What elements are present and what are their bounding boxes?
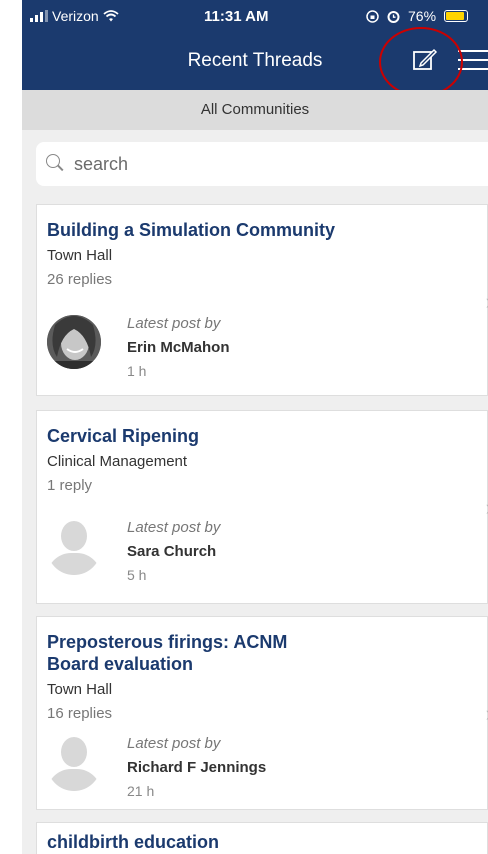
- thread-title[interactable]: Cervical Ripening: [47, 425, 199, 447]
- thread-card[interactable]: childbirth education: [36, 822, 488, 854]
- thread-card[interactable]: Preposterous firings: ACNM Board evaluat…: [36, 616, 488, 810]
- thread-replies: 26 replies: [47, 271, 113, 288]
- avatar: [47, 315, 101, 369]
- thread-replies: 16 replies: [47, 705, 113, 722]
- community-filter[interactable]: All Communities: [22, 90, 488, 130]
- post-age: 5 h: [127, 567, 147, 583]
- thread-title-line1[interactable]: Preposterous firings: ACNM: [47, 631, 287, 653]
- search-bar[interactable]: [36, 142, 488, 186]
- thread-community: Clinical Management: [47, 453, 188, 470]
- search-input[interactable]: [72, 152, 456, 176]
- thread-replies: 1 reply: [47, 477, 93, 494]
- battery-percent: 76%: [408, 8, 437, 24]
- app-screen: Verizon 11:31 AM 76% Recent Threads All …: [22, 0, 488, 854]
- author-name[interactable]: Richard F Jennings: [127, 759, 266, 776]
- thread-community: Town Hall: [47, 681, 113, 698]
- status-right: 76%: [366, 8, 469, 24]
- avatar-placeholder-icon: [47, 737, 101, 791]
- thread-title[interactable]: Building a Simulation Community: [47, 219, 335, 241]
- header: Verizon 11:31 AM 76% Recent Threads: [22, 0, 488, 97]
- carrier-group: Verizon: [30, 8, 119, 24]
- thread-title[interactable]: childbirth education: [47, 831, 219, 853]
- carrier-label: Verizon: [52, 8, 99, 24]
- avatar-placeholder-icon: [47, 521, 101, 575]
- author-name[interactable]: Sara Church: [127, 543, 216, 560]
- rotation-lock-icon: [366, 9, 379, 23]
- thread-card[interactable]: Cervical Ripening Clinical Management 1 …: [36, 410, 488, 604]
- highlight-circle: [379, 27, 463, 97]
- latest-post-label: Latest post by: [127, 735, 221, 752]
- thread-title-line2[interactable]: Board evaluation: [47, 653, 193, 675]
- thread-community: Town Hall: [47, 247, 113, 264]
- post-age: 21 h: [127, 783, 155, 799]
- alarm-icon: [387, 10, 400, 23]
- signal-icon: [30, 10, 48, 22]
- thread-card[interactable]: Building a Simulation Community Town Hal…: [36, 204, 488, 396]
- latest-post-label: Latest post by: [127, 519, 221, 536]
- latest-post-label: Latest post by: [127, 315, 221, 332]
- post-age: 1 h: [127, 363, 147, 379]
- wifi-icon: [103, 10, 119, 22]
- status-time: 11:31 AM: [204, 8, 269, 25]
- author-name[interactable]: Erin McMahon: [127, 339, 230, 356]
- battery-icon: [444, 10, 469, 22]
- search-icon: [46, 154, 66, 174]
